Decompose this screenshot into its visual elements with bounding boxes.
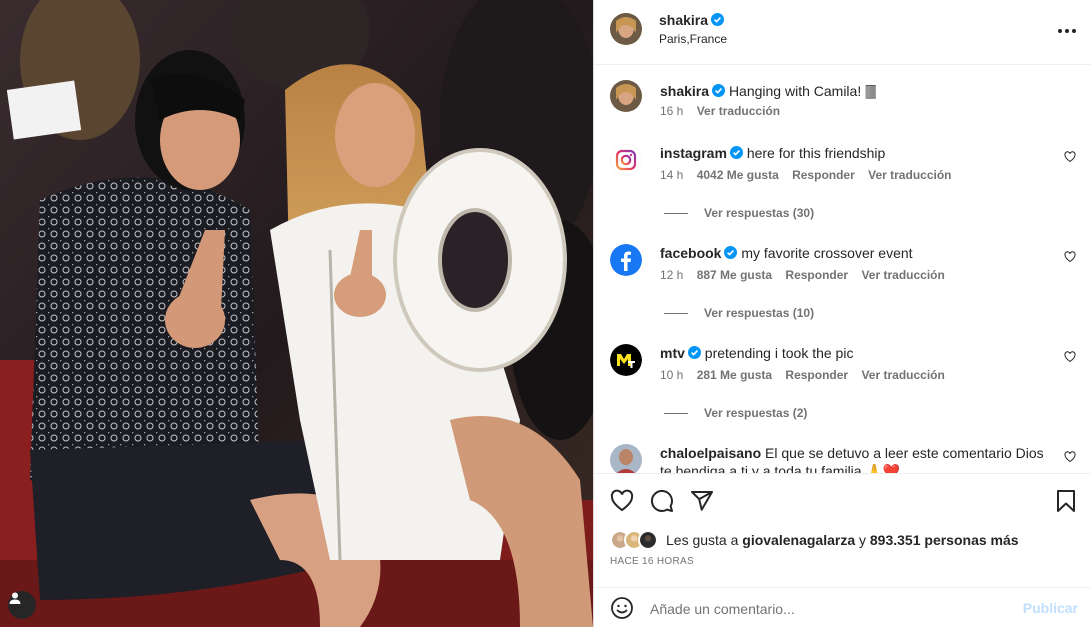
post-photo[interactable]: [0, 0, 593, 627]
comment-time[interactable]: 10 h: [660, 368, 683, 382]
reply-button[interactable]: Responder: [785, 268, 848, 282]
likes-user-link[interactable]: giovalenagalarza: [742, 532, 855, 548]
comment-username[interactable]: mtv: [660, 345, 685, 361]
post-time-ago[interactable]: HACE 16 HORAS: [610, 556, 694, 567]
save-bookmark-icon[interactable]: [1054, 489, 1078, 513]
post-header: shakira Paris,France: [594, 0, 1091, 65]
comment-username[interactable]: chaloelpaisano: [660, 445, 761, 461]
view-replies-button[interactable]: Ver respuestas (30): [664, 206, 814, 220]
add-comment-bar: Publicar: [594, 587, 1091, 627]
comment-likes[interactable]: 887 Me gusta: [697, 268, 772, 282]
comment-meta: 10 h 281 Me gusta Responder Ver traducci…: [660, 368, 955, 382]
comment-text-line: mtv pretending i took the pic: [660, 344, 1055, 362]
like-comment-heart-icon[interactable]: [1064, 451, 1076, 463]
post-actions: Les gusta a giovalenagalarza y 893.351 p…: [594, 473, 1091, 627]
comment-text-line: chaloelpaisano El que se detuvo a leer e…: [660, 444, 1055, 473]
avatar-image: [610, 444, 642, 473]
translate-link[interactable]: Ver traducción: [861, 268, 944, 282]
comment-text: my favorite crossover event: [741, 245, 913, 261]
more-horizontal-icon: [1058, 29, 1062, 33]
comment-text: pretending i took the pic: [704, 345, 854, 361]
comment-text: here for this friendship: [746, 145, 886, 161]
publish-button[interactable]: Publicar: [1023, 600, 1078, 616]
caption-username[interactable]: shakira: [660, 83, 709, 99]
mtv-avatar[interactable]: [610, 344, 642, 376]
post-caption: shakira Hanging with Camila! 🀫 16 h Ver …: [594, 80, 1091, 128]
author-username-text[interactable]: shakira: [659, 12, 708, 28]
likes-text: Les gusta a giovalenagalarza y 893.351 p…: [666, 532, 1019, 548]
more-dot: [1065, 29, 1069, 33]
author-username[interactable]: shakira: [659, 12, 725, 28]
likes-joiner: y: [859, 532, 866, 548]
view-replies-button[interactable]: Ver respuestas (10): [664, 306, 814, 320]
comment-item: instagram here for this friendship 14 h …: [594, 144, 1091, 226]
post-side-panel: shakira Paris,France shakira Hanging wit…: [593, 0, 1091, 627]
comment-time[interactable]: 14 h: [660, 168, 683, 182]
verified-badge-icon: [729, 146, 743, 159]
likes-summary[interactable]: Les gusta a giovalenagalarza y 893.351 p…: [610, 530, 1019, 550]
comment-item: chaloelpaisano El que se detuvo a leer e…: [594, 444, 1091, 473]
comment-meta: 14 h 4042 Me gusta Responder Ver traducc…: [660, 168, 962, 182]
translate-link[interactable]: Ver traducción: [868, 168, 951, 182]
facebook-logo-icon: [610, 244, 642, 276]
verified-badge-icon: [712, 84, 726, 97]
caption-text-line: shakira Hanging with Camila! 🀫: [660, 82, 1055, 100]
facebook-avatar[interactable]: [610, 244, 642, 276]
likes-prefix: Les gusta a: [666, 532, 739, 548]
view-replies-button[interactable]: Ver respuestas (2): [664, 406, 807, 420]
instagram-post-view: shakira Paris,France shakira Hanging wit…: [0, 0, 1091, 627]
comment-likes[interactable]: 281 Me gusta: [697, 368, 772, 382]
avatar-image: [610, 80, 642, 112]
comment-username[interactable]: facebook: [660, 245, 721, 261]
translate-link[interactable]: Ver traducción: [861, 368, 944, 382]
emoji-smiley-icon[interactable]: [610, 596, 634, 620]
add-comment-input[interactable]: [650, 599, 1010, 619]
verified-badge-icon: [724, 246, 738, 259]
comment-text-line: facebook my favorite crossover event: [660, 244, 1055, 262]
author-avatar[interactable]: [610, 13, 642, 45]
caption-text: Hanging with Camila! 🀫: [728, 83, 877, 99]
liker-avatar: [638, 530, 658, 550]
like-comment-heart-icon[interactable]: [1064, 351, 1076, 363]
reply-button[interactable]: Responder: [792, 168, 855, 182]
post-location[interactable]: Paris,France: [659, 32, 727, 46]
comment-likes[interactable]: 4042 Me gusta: [697, 168, 779, 182]
tagged-users-button[interactable]: [8, 591, 36, 619]
comment-bubble-icon[interactable]: [650, 489, 674, 513]
comment-username[interactable]: instagram: [660, 145, 727, 161]
chaloelpaisano-avatar[interactable]: [610, 444, 642, 473]
caption-time[interactable]: 16 h: [660, 104, 683, 118]
comments-list[interactable]: shakira Hanging with Camila! 🀫 16 h Ver …: [594, 66, 1091, 473]
verified-badge-icon: [687, 346, 701, 359]
instagram-avatar[interactable]: [610, 144, 642, 176]
comment-meta: 12 h 887 Me gusta Responder Ver traducci…: [660, 268, 955, 282]
comment-item: mtv pretending i took the pic 10 h 281 M…: [594, 344, 1091, 426]
comment-item: facebook my favorite crossover event 12 …: [594, 244, 1091, 326]
share-send-icon[interactable]: [690, 489, 714, 513]
reply-button[interactable]: Responder: [785, 368, 848, 382]
like-heart-icon[interactable]: [610, 489, 634, 513]
caption-avatar[interactable]: [610, 80, 642, 112]
post-image: [0, 0, 593, 627]
avatar-image: [610, 13, 642, 45]
caption-translate-link[interactable]: Ver traducción: [697, 104, 780, 118]
likes-count-link[interactable]: 893.351 personas más: [870, 532, 1019, 548]
like-comment-heart-icon[interactable]: [1064, 151, 1076, 163]
caption-meta: 16 h Ver traducción: [660, 104, 790, 118]
comment-time[interactable]: 12 h: [660, 268, 683, 282]
verified-badge-icon: [711, 13, 725, 26]
more-options-button[interactable]: [1058, 22, 1076, 40]
mtv-logo-icon: [610, 344, 642, 376]
instagram-logo-icon: [610, 144, 642, 176]
user-tag-icon: [9, 592, 21, 604]
comment-text-line: instagram here for this friendship: [660, 144, 1055, 162]
like-comment-heart-icon[interactable]: [1064, 251, 1076, 263]
more-dot: [1072, 29, 1076, 33]
